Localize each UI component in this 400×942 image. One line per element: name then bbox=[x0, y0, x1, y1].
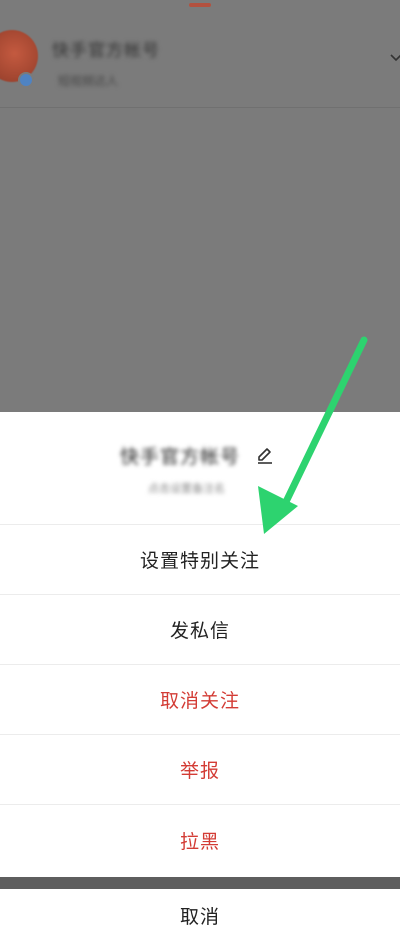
report-button[interactable]: 举报 bbox=[0, 735, 400, 805]
private-message-button[interactable]: 发私信 bbox=[0, 595, 400, 665]
edit-remark-icon[interactable] bbox=[255, 445, 275, 465]
separator-bar bbox=[0, 877, 400, 889]
cancel-button[interactable]: 取消 bbox=[0, 889, 400, 942]
background-account-name: 快手官方帐号 bbox=[52, 41, 160, 61]
special-follow-button[interactable]: 设置特别关注 bbox=[0, 525, 400, 595]
chevron-down-icon bbox=[390, 54, 400, 62]
dimmed-background-page[interactable]: 快手官方帐号 短视频达人 bbox=[0, 0, 400, 412]
block-button[interactable]: 拉黑 bbox=[0, 805, 400, 875]
sheet-account-subtitle: 点击设置备注名 bbox=[148, 482, 225, 495]
background-account-subtitle: 短视频达人 bbox=[58, 74, 119, 88]
sheet-header: 快手官方帐号 点击设置备注名 bbox=[0, 412, 400, 525]
action-sheet: 快手官方帐号 点击设置备注名 设置特别关注 发私信 取消关注 举报 拉黑 取消 bbox=[0, 412, 400, 942]
tab-indicator bbox=[189, 3, 211, 7]
unfollow-button[interactable]: 取消关注 bbox=[0, 665, 400, 735]
sheet-account-name: 快手官方帐号 bbox=[120, 446, 241, 468]
divider bbox=[0, 107, 400, 108]
verified-badge-icon bbox=[18, 72, 34, 88]
